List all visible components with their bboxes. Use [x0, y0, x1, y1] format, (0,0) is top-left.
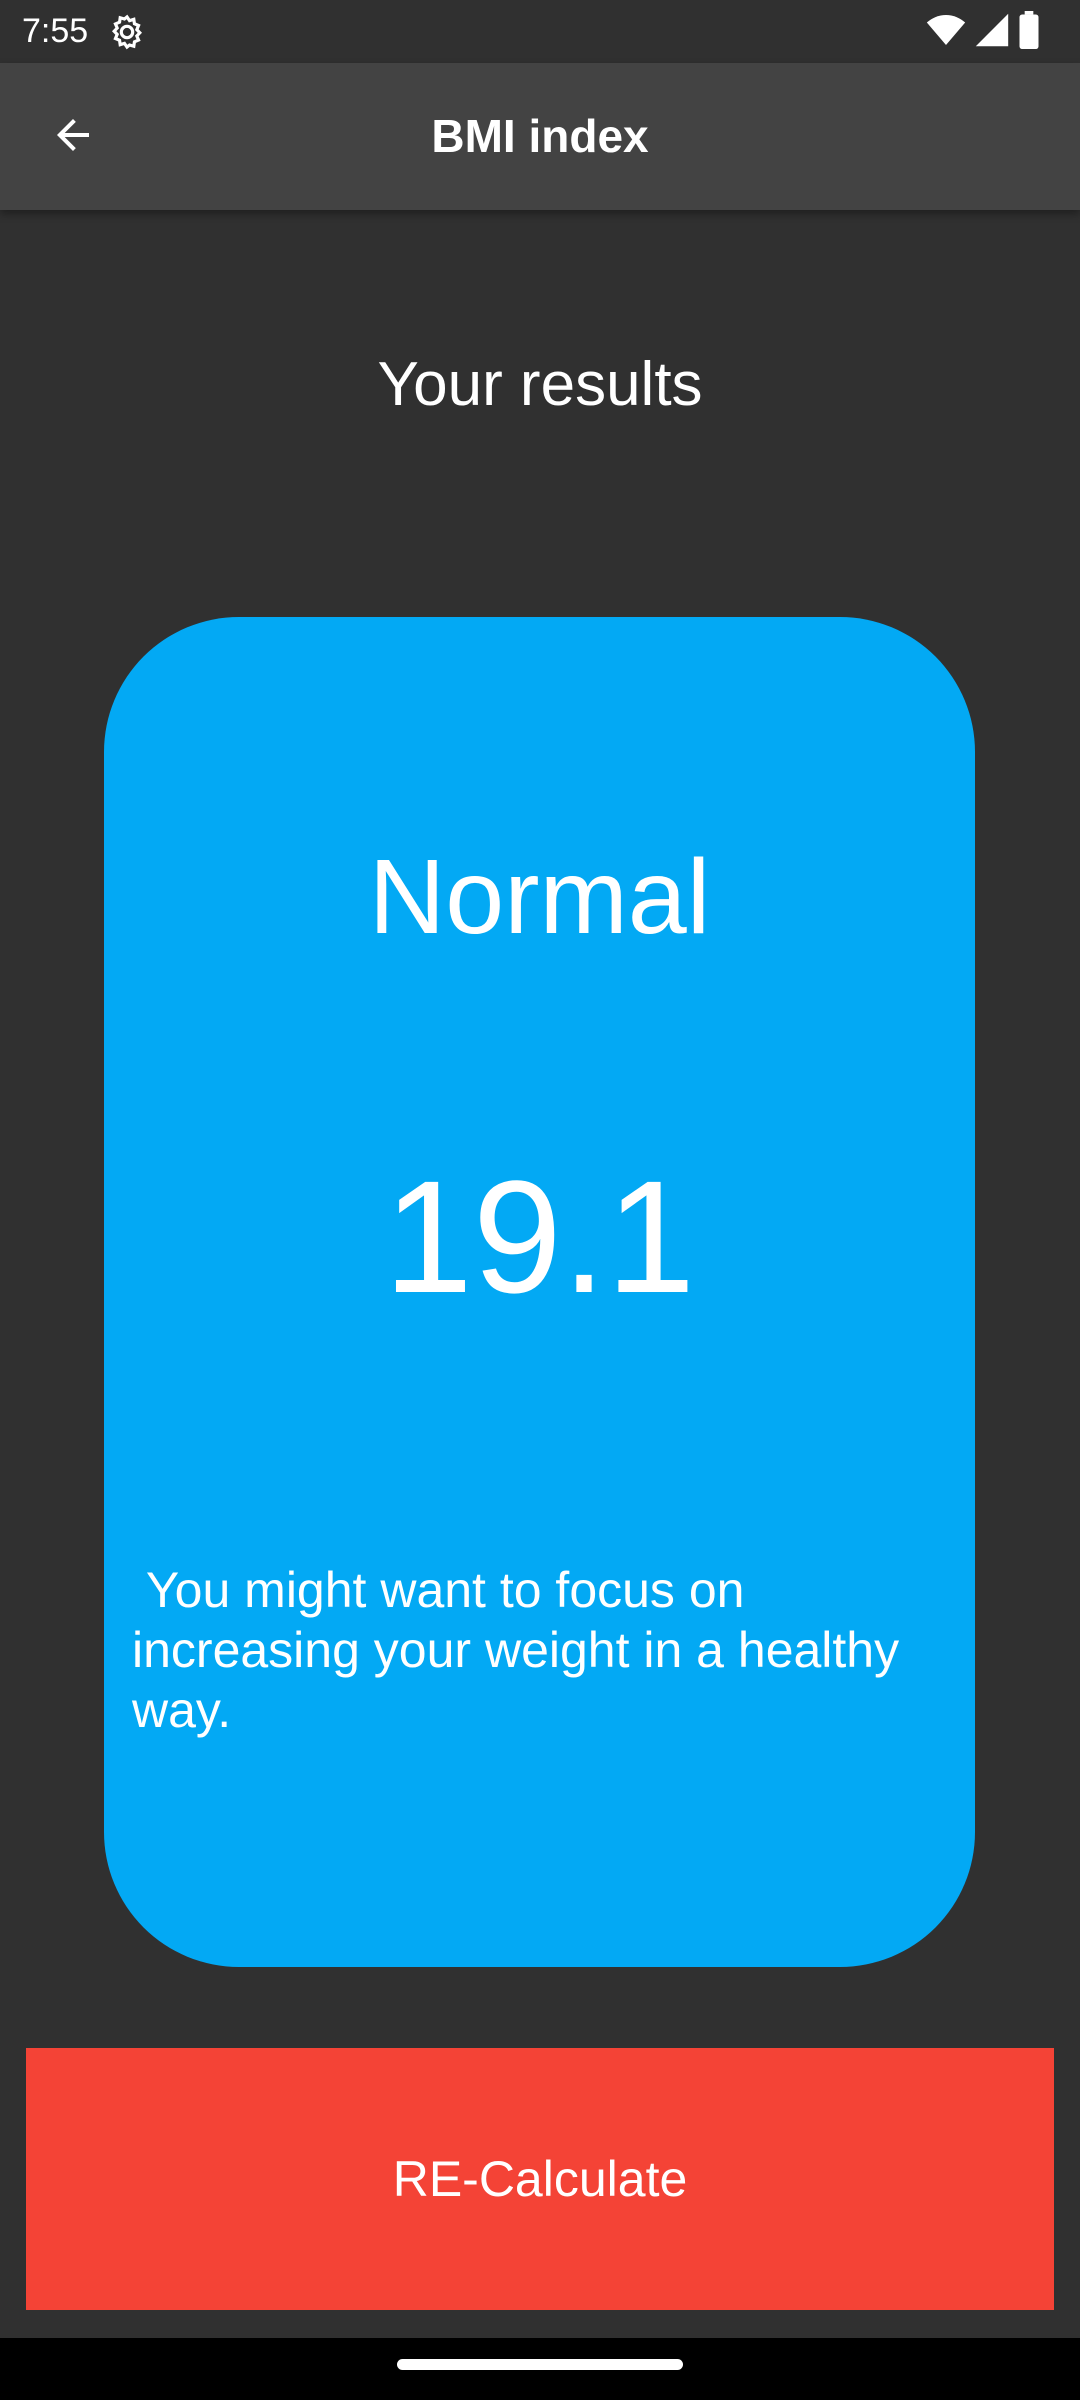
result-card: Normal 19.1 You might want to focus on i…	[104, 617, 975, 1967]
bmi-category: Normal	[368, 838, 711, 956]
signal-icon	[974, 12, 1010, 53]
back-button[interactable]	[28, 101, 118, 173]
status-icons	[926, 10, 1040, 54]
recalculate-button[interactable]: RE-Calculate	[26, 2048, 1054, 2310]
status-time: 7:55	[22, 12, 89, 50]
app-bar: BMI index	[0, 63, 1080, 210]
bmi-advice: You might want to focus on increasing yo…	[132, 1562, 914, 1738]
bmi-result-screen: 7:55 BMI index Your results Normal 19.1 …	[0, 0, 1080, 2400]
wifi-icon	[926, 13, 966, 52]
status-bar: 7:55	[0, 0, 1080, 63]
navigation-bar	[0, 2338, 1080, 2400]
page-title: BMI index	[431, 110, 649, 162]
results-heading: Your results	[377, 350, 703, 419]
battery-icon	[1018, 10, 1040, 54]
arrow-back-icon	[49, 111, 97, 164]
home-gesture-handle[interactable]	[397, 2359, 683, 2370]
bmi-value: 19.1	[383, 1147, 696, 1326]
settings-gear-icon	[108, 13, 146, 51]
